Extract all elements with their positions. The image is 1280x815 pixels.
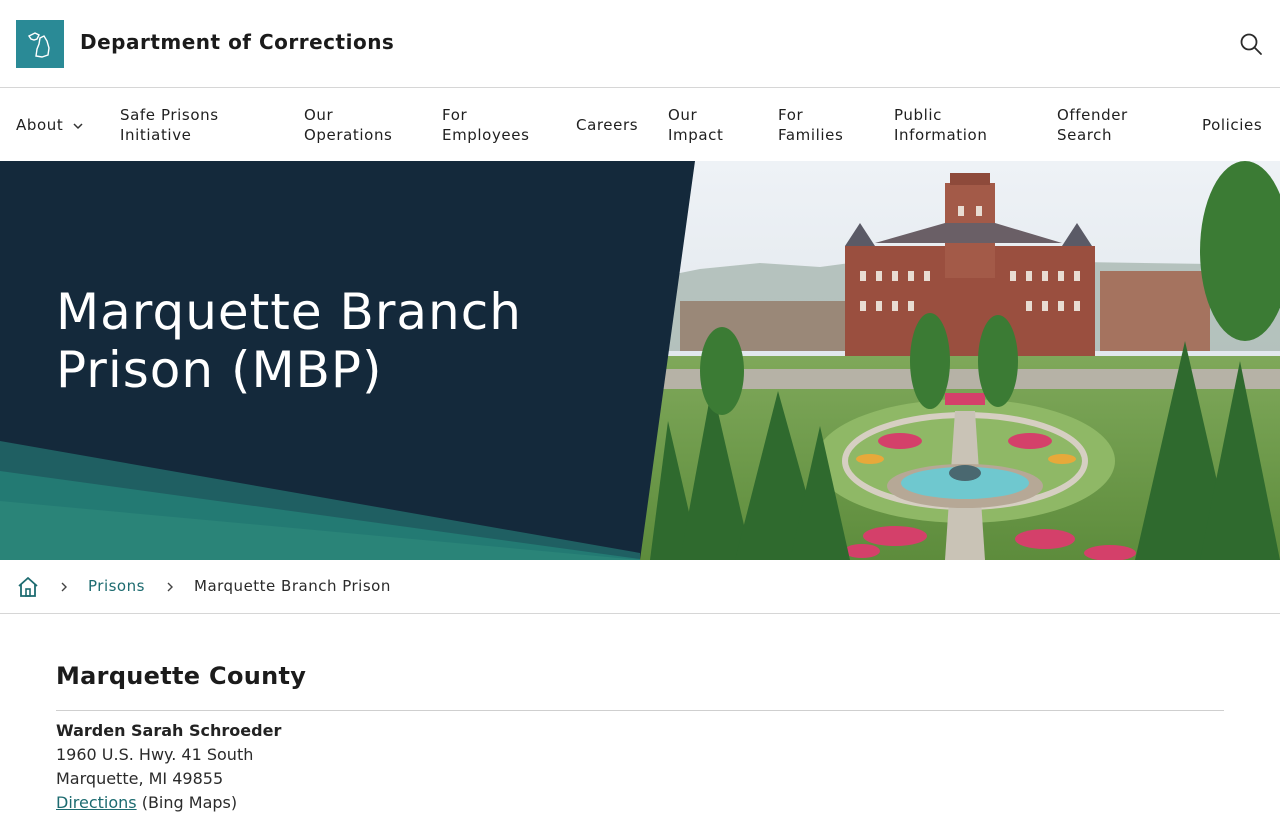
nav-item-for-employees[interactable]: For Employees bbox=[442, 88, 530, 161]
site-title[interactable]: Department of Corrections bbox=[80, 30, 394, 54]
nav-item-policies[interactable]: Policies bbox=[1202, 88, 1262, 161]
nav-item-our-operations[interactable]: Our Operations bbox=[304, 88, 392, 161]
home-icon[interactable] bbox=[16, 575, 40, 599]
nav-item-public-information[interactable]: Public Information bbox=[894, 88, 987, 161]
nav-item-label: About bbox=[16, 115, 64, 134]
nav-item-label: Our Impact bbox=[668, 105, 724, 144]
nav-item-label: Policies bbox=[1202, 115, 1263, 134]
nav-item-label: For Families bbox=[778, 105, 844, 144]
nav-item-safe-prisons[interactable]: Safe Prisons Initiative bbox=[120, 88, 219, 161]
hero-banner: Marquette Branch Prison (MBP) bbox=[0, 161, 1280, 560]
directions-note: (Bing Maps) bbox=[136, 793, 238, 812]
page-title: Marquette Branch Prison (MBP) bbox=[56, 283, 522, 399]
chevron-right-icon bbox=[59, 579, 69, 595]
search-icon[interactable] bbox=[1238, 31, 1264, 57]
breadcrumb-current: Marquette Branch Prison bbox=[194, 577, 391, 595]
nav-item-label: Careers bbox=[576, 115, 639, 134]
facility-address: Warden Sarah Schroeder 1960 U.S. Hwy. 41… bbox=[56, 719, 281, 815]
nav-item-about[interactable]: About bbox=[16, 88, 85, 161]
chevron-right-icon bbox=[165, 579, 175, 595]
address-line: 1960 U.S. Hwy. 41 South bbox=[56, 745, 254, 764]
breadcrumb: Prisons Marquette Branch Prison bbox=[0, 560, 1280, 614]
site-header: Department of Corrections bbox=[0, 0, 1280, 88]
warden-name: Warden Sarah Schroeder bbox=[56, 721, 282, 740]
county-heading: Marquette County bbox=[56, 662, 307, 690]
divider bbox=[56, 710, 1224, 711]
main-navigation: About Safe Prisons Initiative Our Operat… bbox=[0, 88, 1280, 161]
nav-item-offender-search[interactable]: Offender Search bbox=[1057, 88, 1128, 161]
breadcrumb-link-prisons[interactable]: Prisons bbox=[88, 577, 145, 595]
nav-item-label: Our Operations bbox=[304, 105, 393, 144]
directions-link[interactable]: Directions bbox=[56, 793, 137, 812]
nav-item-for-families[interactable]: For Families bbox=[778, 88, 843, 161]
nav-item-our-impact[interactable]: Our Impact bbox=[668, 88, 723, 161]
nav-item-label: Public Information bbox=[894, 105, 988, 144]
address-line: Marquette, MI 49855 bbox=[56, 769, 224, 788]
chevron-down-icon bbox=[71, 118, 85, 132]
nav-item-label: For Employees bbox=[442, 105, 530, 144]
michigan-logo-icon[interactable] bbox=[16, 20, 64, 68]
nav-item-careers[interactable]: Careers bbox=[576, 88, 638, 161]
directions-row: Directions (Bing Maps) bbox=[56, 791, 281, 815]
nav-item-label: Safe Prisons Initiative bbox=[120, 105, 219, 144]
nav-item-label: Offender Search bbox=[1057, 105, 1128, 144]
